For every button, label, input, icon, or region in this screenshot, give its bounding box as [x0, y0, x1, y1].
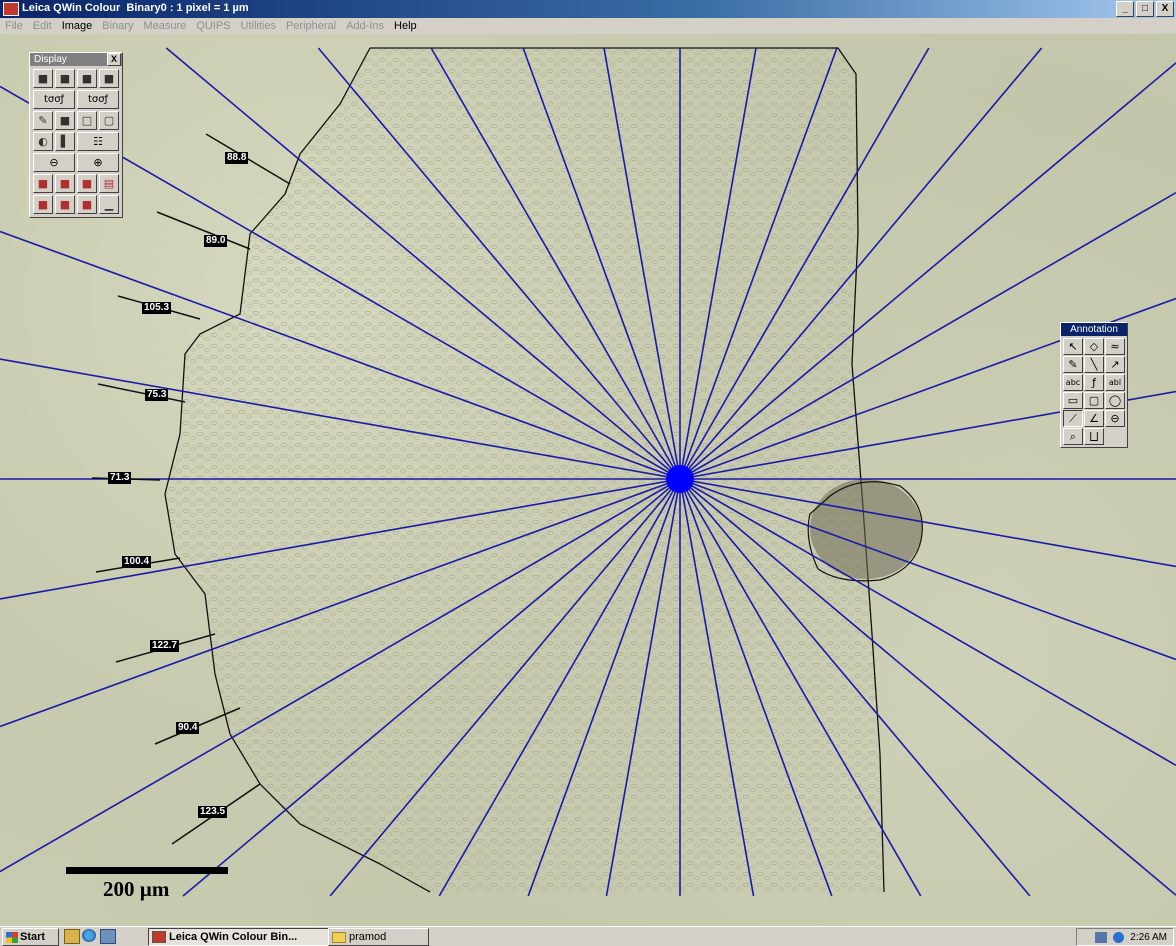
frame-icon[interactable]: □	[77, 111, 97, 130]
windows-flag-icon	[6, 931, 18, 943]
start-button[interactable]: Start	[2, 928, 59, 946]
overlay-folder-icon[interactable]: ▤	[99, 174, 119, 193]
menu-quips[interactable]: QUIPS	[191, 20, 235, 32]
eraser-icon[interactable]: ◇	[1084, 338, 1104, 355]
taskbar: Start Leica QWin Colour Bin... pramod 2:…	[0, 926, 1176, 946]
menu-add-ins[interactable]: Add-Ins	[341, 20, 389, 32]
menu-binary[interactable]: Binary	[97, 20, 138, 32]
menu-measure[interactable]: Measure	[138, 20, 191, 32]
task-pramod-folder[interactable]: pramod	[328, 928, 429, 946]
measurement-label: 89.0	[204, 235, 228, 247]
measurement-overlay	[0, 47, 1176, 897]
measure-line-icon[interactable]: ⟋	[1063, 410, 1083, 427]
scale-bar-label: 200 µm	[103, 877, 170, 901]
system-tray: 2:26 AM	[1076, 928, 1174, 946]
fill-icon[interactable]: ≈	[1105, 338, 1125, 355]
grid-icon[interactable]: ☷	[77, 132, 119, 151]
display-palette[interactable]: Display X ■ ■ ■ ■ tσσƒ tσσƒ ✎ ■ □ ▢ ◐ ▌ ☷ ⊖ ⊕ ■ ■ ■ ▤ ■ ■ ■ ▁	[29, 52, 123, 218]
display-tools: ■ ■ ■ ■ tσσƒ tσσƒ ✎ ■ □ ▢ ◐ ▌ ☷ ⊖ ⊕ ■ ■ ■ ▤ ■ ■ ■ ▁	[30, 66, 122, 217]
grab-2-icon[interactable]: ■	[55, 195, 75, 214]
color-edit-icon[interactable]: ■	[55, 111, 75, 130]
frame-blank-icon[interactable]: ▢	[99, 111, 119, 130]
image-viewport[interactable]: 88.8 89.0 105.3 75.3 71.3 100.4 122.7 90…	[0, 34, 1176, 926]
measurement-segment	[97, 383, 186, 403]
overlay-2-icon[interactable]: ■	[55, 174, 75, 193]
measurement-label: 100.4	[122, 556, 152, 568]
calibrate-icon[interactable]: ⊖	[1105, 410, 1125, 427]
internet-explorer-icon[interactable]	[82, 929, 96, 942]
display-palette-title[interactable]: Display X	[30, 53, 122, 66]
tied-view-2-icon[interactable]: tσσƒ	[77, 90, 119, 109]
title-bar[interactable]: Leica QWin Colour Binary0 : 1 pixel = 1 …	[0, 0, 1176, 18]
center-point	[666, 465, 694, 493]
color-map-icon[interactable]: ■	[77, 69, 97, 88]
minimize-button[interactable]: _	[1116, 1, 1134, 17]
menu-help[interactable]: Help	[389, 20, 422, 32]
color-bar-icon[interactable]: ▌	[55, 132, 75, 151]
annotation-palette-title[interactable]: Annotation	[1061, 323, 1127, 336]
measurement-label: 90.4	[176, 722, 200, 734]
show-desktop-icon[interactable]	[64, 929, 80, 944]
tied-view-icon[interactable]: tσσƒ	[33, 90, 75, 109]
task-leica-qwin[interactable]: Leica QWin Colour Bin...	[148, 928, 329, 946]
network-icon[interactable]	[1095, 931, 1108, 943]
zoom-out-icon[interactable]: ⊖	[33, 153, 75, 172]
measurement-label: 88.8	[225, 152, 249, 164]
display-close-button[interactable]: X	[107, 53, 121, 66]
grab-3-icon[interactable]: ■	[77, 195, 97, 214]
zoom-in-icon[interactable]: ⊕	[77, 153, 119, 172]
text-style-icon[interactable]: ƒ	[1084, 374, 1104, 391]
text-abc-icon[interactable]: abc	[1063, 374, 1083, 391]
app-icon[interactable]	[3, 2, 19, 16]
clock: 2:26 AM	[1130, 931, 1167, 943]
lut-icon[interactable]: ◐	[33, 132, 53, 151]
menu-utilities[interactable]: Utilities	[236, 20, 281, 32]
rounded-rect-icon[interactable]: ▢	[1084, 392, 1104, 409]
angle-icon[interactable]: ∠	[1084, 410, 1104, 427]
window-buttons: _ □ X	[1116, 1, 1174, 17]
zoom-image-icon[interactable]: ■	[55, 69, 75, 88]
alert-icon[interactable]	[1113, 931, 1125, 943]
grab-icon[interactable]: ■	[33, 195, 53, 214]
scale-bar	[66, 867, 228, 874]
arrow-icon[interactable]: ↗	[1105, 356, 1125, 373]
magnifier-icon[interactable]: ⌕	[1063, 428, 1083, 445]
qwin-icon	[152, 931, 166, 943]
menu-image[interactable]: Image	[57, 20, 98, 32]
select-arrow-icon[interactable]: ↖	[1063, 338, 1083, 355]
overlay-icon[interactable]: ■	[33, 174, 53, 193]
histogram-icon[interactable]: ▁	[99, 195, 119, 214]
text-box-icon[interactable]: abl	[1105, 374, 1125, 391]
color-map-2-icon[interactable]: ■	[99, 69, 119, 88]
annotation-tools: ↖ ◇ ≈ ✎ ╲ ↗ abc ƒ abl ▭ ▢ ◯ ⟋ ∠ ⊖ ⌕ ⨆	[1061, 336, 1127, 447]
annotation-palette[interactable]: Annotation ↖ ◇ ≈ ✎ ╲ ↗ abc ƒ abl ▭ ▢ ◯ ⟋ ∠ ⊖ ⌕ ⨆	[1060, 322, 1128, 448]
measurement-label: 105.3	[142, 302, 172, 314]
measurement-label: 71.3	[108, 472, 132, 484]
pen-icon[interactable]: ✎	[1063, 356, 1083, 373]
close-button[interactable]: X	[1156, 1, 1174, 17]
folder-icon	[332, 931, 346, 943]
menu-edit[interactable]: Edit	[28, 20, 57, 32]
window-title: Leica QWin Colour Binary0 : 1 pixel = 1 …	[22, 2, 249, 14]
ellipse-icon[interactable]: ◯	[1105, 392, 1125, 409]
measurement-label: 75.3	[145, 389, 169, 401]
media-player-icon[interactable]	[100, 929, 116, 944]
menu-peripheral[interactable]: Peripheral	[281, 20, 341, 32]
rectangle-icon[interactable]: ▭	[1063, 392, 1083, 409]
line-icon[interactable]: ╲	[1084, 356, 1104, 373]
scale-icon[interactable]: ⨆	[1084, 428, 1104, 445]
restore-button[interactable]: □	[1136, 1, 1154, 17]
menu-file[interactable]: File	[0, 20, 28, 32]
menu-bar: File Edit Image Binary Measure QUIPS Utilities…	[0, 18, 1176, 34]
zoom-fit-icon[interactable]: ■	[33, 69, 53, 88]
measurement-label: 123.5	[198, 806, 228, 818]
pencil-icon[interactable]: ✎	[33, 111, 53, 130]
measurement-label: 122.7	[150, 640, 180, 652]
overlay-3-icon[interactable]: ■	[77, 174, 97, 193]
